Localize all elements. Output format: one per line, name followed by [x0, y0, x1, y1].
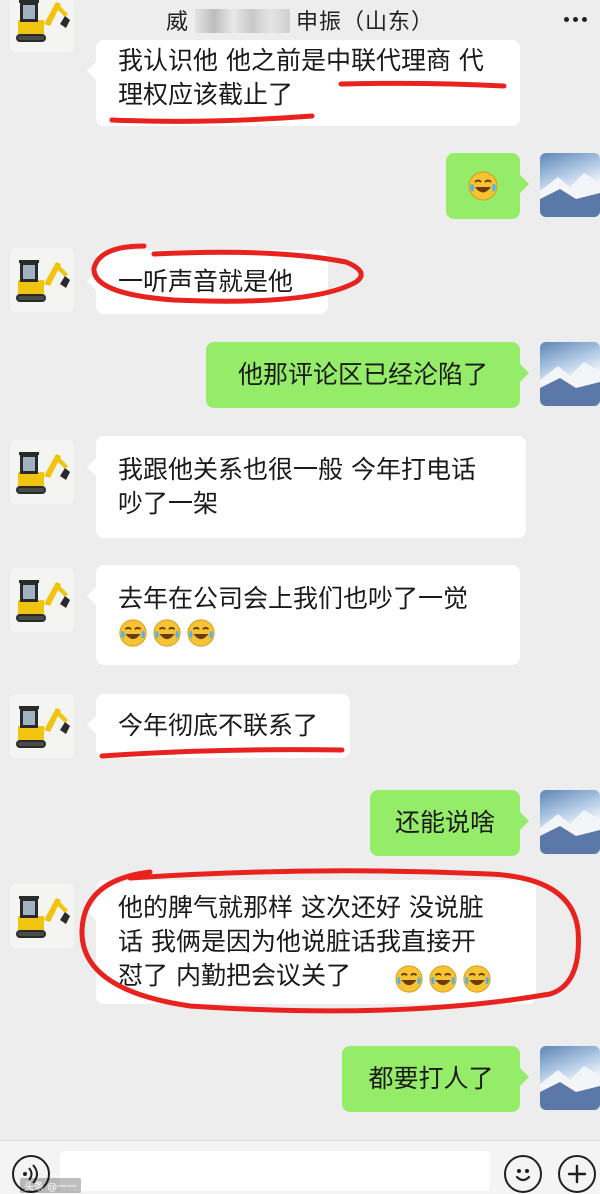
contact-avatar[interactable] [10, 440, 74, 504]
more-dots-icon [572, 16, 578, 22]
message-bubble[interactable]: 一听声音就是他 [87, 250, 328, 314]
chat-title: 威 申振（山东） [166, 4, 434, 36]
message-bubble[interactable]: 我认识他 他之前是中联代理商 代 理权应该截止了 [87, 40, 520, 126]
message-bubble[interactable] [446, 153, 529, 219]
chat-title-left: 威 [165, 10, 189, 35]
excavator-icon [10, 694, 74, 758]
landscape-photo-icon [540, 1066, 600, 1110]
redacted-name [195, 9, 290, 33]
message-bubble[interactable]: 他的脾气就那样 这次还好 没说脏 话 我俩是因为他说脏话我直接开 怼了 内勤把会… [87, 880, 536, 1004]
message-text: 我跟他关系也很一般 今年打电话 吵了一架 [118, 455, 476, 518]
message-bubble[interactable]: 他那评论区已经沦陷了 [206, 342, 529, 408]
laugh-cry-emoji [186, 618, 216, 648]
input-bar [0, 1140, 600, 1194]
excavator-icon [10, 0, 74, 52]
message-text: 他那评论区已经沦陷了 [237, 360, 488, 389]
message-text: 今年彻底不联系了 [118, 711, 319, 740]
emoji-reactions [118, 618, 216, 648]
excavator-icon [10, 884, 74, 948]
contact-avatar[interactable] [10, 884, 74, 948]
message-bubble[interactable]: 今年彻底不联系了 [87, 694, 350, 758]
plus-button[interactable] [558, 1155, 596, 1193]
message-text: 都要打人了 [368, 1064, 494, 1093]
more-dots-icon [563, 16, 569, 22]
watermark: 头条 @一一 [20, 1178, 82, 1193]
laugh-cry-emoji [118, 618, 148, 648]
landscape-photo-icon [540, 810, 600, 854]
excavator-icon [10, 568, 74, 632]
message-text: 我认识他 他之前是中联代理商 代 理权应该截止了 [118, 46, 484, 109]
laugh-cry-emoji [152, 618, 182, 648]
landscape-photo-icon [540, 173, 600, 217]
chat-header: 威 申振（山东） [0, 0, 600, 40]
contact-avatar[interactable] [10, 694, 74, 758]
landscape-photo-icon [540, 362, 600, 406]
laugh-cry-emoji [462, 964, 492, 994]
my-avatar[interactable] [540, 153, 600, 217]
my-avatar[interactable] [540, 1046, 600, 1110]
message-text: 还能说啥 [394, 808, 495, 837]
emoji-reactions [394, 964, 492, 994]
contact-avatar[interactable] [10, 0, 74, 52]
excavator-icon [10, 248, 74, 312]
message-input[interactable] [60, 1151, 490, 1191]
my-avatar[interactable] [540, 342, 600, 406]
laugh-cry-emoji [394, 964, 424, 994]
message-text: 去年在公司会上我们也吵了一觉 [118, 584, 469, 613]
more-dots-icon [581, 16, 587, 22]
emoji-icon [515, 1169, 531, 1182]
contact-avatar[interactable] [10, 568, 74, 632]
plus-icon [567, 1164, 587, 1184]
laugh-cry-emoji [428, 964, 458, 994]
contact-avatar[interactable] [10, 248, 74, 312]
emoji-button[interactable] [504, 1155, 542, 1193]
message-bubble[interactable]: 还能说啥 [370, 790, 529, 856]
message-bubble[interactable]: 我跟他关系也很一般 今年打电话 吵了一架 [87, 436, 526, 538]
chat-title-right: 申振（山东） [296, 10, 435, 35]
more-options-button[interactable] [560, 4, 590, 34]
excavator-icon [10, 440, 74, 504]
message-bubble[interactable]: 去年在公司会上我们也吵了一觉 [87, 565, 520, 665]
laugh-cry-emoji [467, 170, 499, 202]
message-bubble[interactable]: 都要打人了 [342, 1046, 529, 1112]
my-avatar[interactable] [540, 790, 600, 854]
message-text: 一听声音就是他 [118, 267, 294, 296]
